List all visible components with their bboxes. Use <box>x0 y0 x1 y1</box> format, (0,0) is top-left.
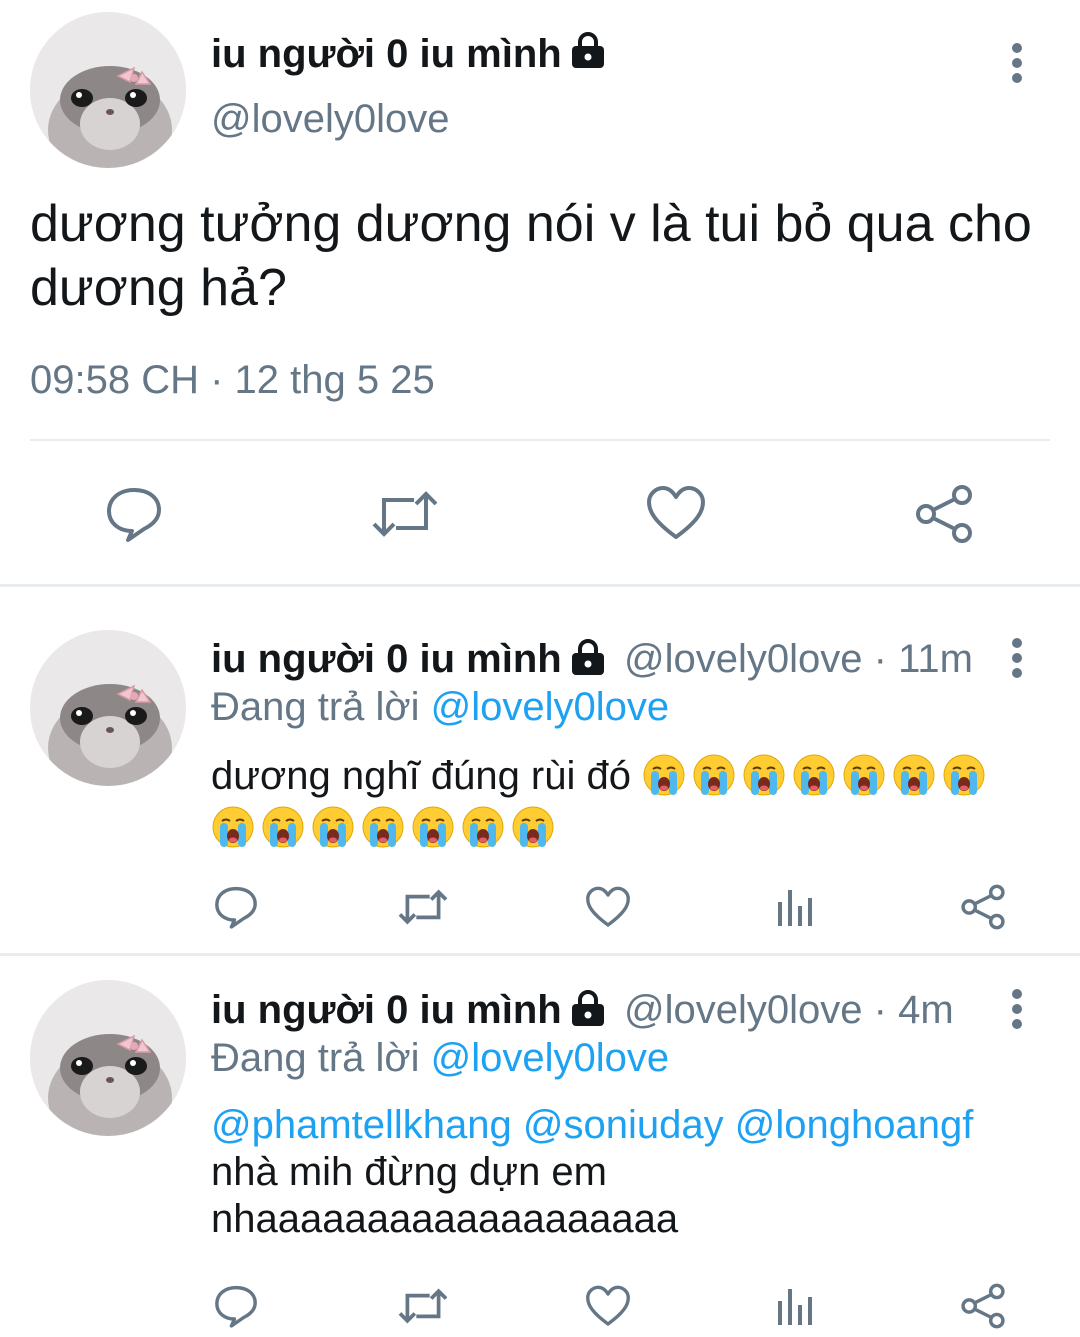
replying-to: Đang trả lời @lovely0love <box>211 1036 669 1081</box>
display-name[interactable]: iu người 0 iu mình <box>211 32 562 77</box>
display-name[interactable]: iu người 0 iu mình <box>211 637 562 682</box>
loudly-crying-face-emoji <box>311 805 355 849</box>
avatar[interactable] <box>30 630 186 786</box>
retweet-icon[interactable] <box>397 886 449 928</box>
lock-icon <box>568 988 608 1028</box>
handle[interactable]: @lovely0love <box>211 97 450 142</box>
avatar[interactable] <box>30 980 186 1136</box>
loudly-crying-face-emoji <box>461 805 505 849</box>
retweet-icon[interactable] <box>370 486 440 542</box>
tweet-time: 11m <box>898 637 973 681</box>
loudly-crying-face-emoji <box>892 753 936 797</box>
loudly-crying-face-emoji <box>692 753 736 797</box>
loudly-crying-face-emoji <box>942 753 986 797</box>
loudly-crying-face-emoji <box>842 753 886 797</box>
divider <box>0 584 1080 587</box>
handle-and-time[interactable]: @lovely0love · 11m <box>624 637 973 682</box>
retweet-icon[interactable] <box>397 1285 449 1327</box>
replying-handle-link[interactable]: @lovely0love <box>431 685 670 729</box>
replying-handle-link[interactable]: @lovely0love <box>431 1036 670 1080</box>
share-icon[interactable] <box>960 884 1006 930</box>
analytics-icon[interactable] <box>775 1285 815 1327</box>
handle: @lovely0love <box>624 988 863 1032</box>
reply-icon[interactable] <box>213 1283 259 1329</box>
loudly-crying-face-emoji <box>211 805 255 849</box>
more-vertical-icon[interactable] <box>1006 637 1028 679</box>
avatar[interactable] <box>30 12 186 168</box>
tweet-timestamp[interactable]: 09:58 CH · 12 thg 5 25 <box>30 358 435 403</box>
loudly-crying-face-emoji <box>261 805 305 849</box>
avatar-image <box>30 12 186 168</box>
handle-and-time[interactable]: @lovely0love · 4m <box>624 988 954 1033</box>
like-icon[interactable] <box>585 886 631 928</box>
replying-to: Đang trả lời @lovely0love <box>211 685 669 730</box>
lock-icon <box>568 637 608 677</box>
loudly-crying-face-emoji <box>511 805 555 849</box>
reply-text-line: nhaaaaaaaaaaaaaaaaaaa <box>211 1197 679 1241</box>
display-name[interactable]: iu người 0 iu mình <box>211 988 562 1033</box>
reply-text-content: dương nghĩ đúng rùi đó <box>211 754 631 798</box>
replying-label: Đang trả lời <box>211 685 420 729</box>
analytics-icon[interactable] <box>775 886 815 928</box>
more-vertical-icon[interactable] <box>1006 988 1028 1030</box>
mention-links[interactable]: @phamtellkhang @soniuday @longhoangf <box>211 1103 973 1148</box>
reply-text: dương nghĩ đúng rùi đó <box>211 750 1031 854</box>
avatar-image <box>30 630 186 786</box>
share-icon[interactable] <box>914 484 974 544</box>
tweet-text: dương tưởng dương nói v là tui bỏ qua ch… <box>30 195 1032 317</box>
handle: @lovely0love <box>624 637 863 681</box>
like-icon[interactable] <box>646 485 706 541</box>
replying-label: Đang trả lời <box>211 1036 420 1080</box>
lock-icon <box>568 30 608 70</box>
more-vertical-icon[interactable] <box>1006 42 1028 84</box>
like-icon[interactable] <box>585 1285 631 1327</box>
loudly-crying-face-emoji <box>742 753 786 797</box>
share-icon[interactable] <box>960 1283 1006 1329</box>
loudly-crying-face-emoji <box>642 753 686 797</box>
reply-icon[interactable] <box>104 484 164 544</box>
reply-icon[interactable] <box>213 884 259 930</box>
tweet-time: 4m <box>898 988 954 1032</box>
separator: · <box>873 637 887 681</box>
loudly-crying-face-emoji <box>361 805 405 849</box>
avatar-image <box>30 980 186 1136</box>
separator: · <box>873 988 887 1032</box>
reply-text-line: nhà mih đừng dựn em <box>211 1150 607 1194</box>
divider <box>30 439 1050 441</box>
divider <box>0 953 1080 956</box>
loudly-crying-face-emoji <box>792 753 836 797</box>
loudly-crying-face-emoji <box>411 805 455 849</box>
